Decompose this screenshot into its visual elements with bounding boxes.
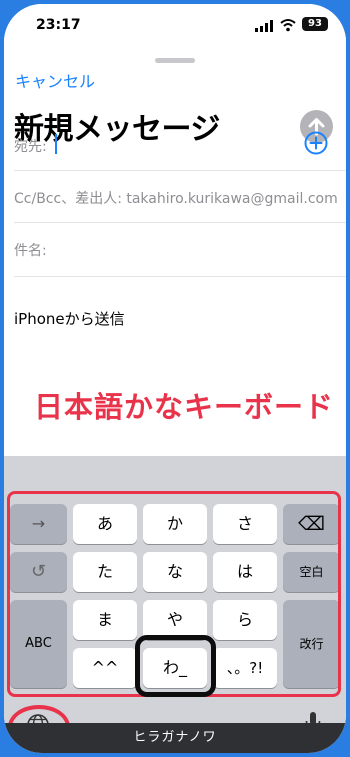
status-bar: 23:17 93 bbox=[4, 4, 346, 42]
divider bbox=[14, 276, 346, 277]
subject-field[interactable]: 件名: bbox=[14, 240, 47, 260]
phone-screen: 23:17 93 キャンセル 新規メッセージ 宛先: Cc/Bcc、差出人: t… bbox=[4, 4, 346, 753]
wifi-icon bbox=[280, 19, 296, 32]
to-label: 宛先: bbox=[14, 139, 47, 155]
annotation-label: 日本語かなキーボード bbox=[34, 390, 335, 424]
cellular-signal-icon bbox=[255, 20, 273, 32]
divider bbox=[14, 222, 346, 223]
cancel-button[interactable]: キャンセル bbox=[15, 68, 95, 92]
sheet-grabber[interactable] bbox=[155, 58, 195, 63]
wa-key-highlight bbox=[135, 635, 216, 697]
add-recipient-icon[interactable] bbox=[304, 131, 328, 155]
battery-icon: 93 bbox=[302, 17, 328, 31]
message-body[interactable]: iPhoneから送信 bbox=[14, 308, 125, 329]
to-field-caret bbox=[55, 134, 57, 154]
status-time: 23:17 bbox=[36, 17, 81, 33]
caption-banner: ヒラガナノワ bbox=[4, 723, 346, 753]
cc-bcc-from-field[interactable]: Cc/Bcc、差出人: takahiro.kurikawa@gmail.com bbox=[14, 188, 346, 208]
divider bbox=[14, 170, 346, 171]
